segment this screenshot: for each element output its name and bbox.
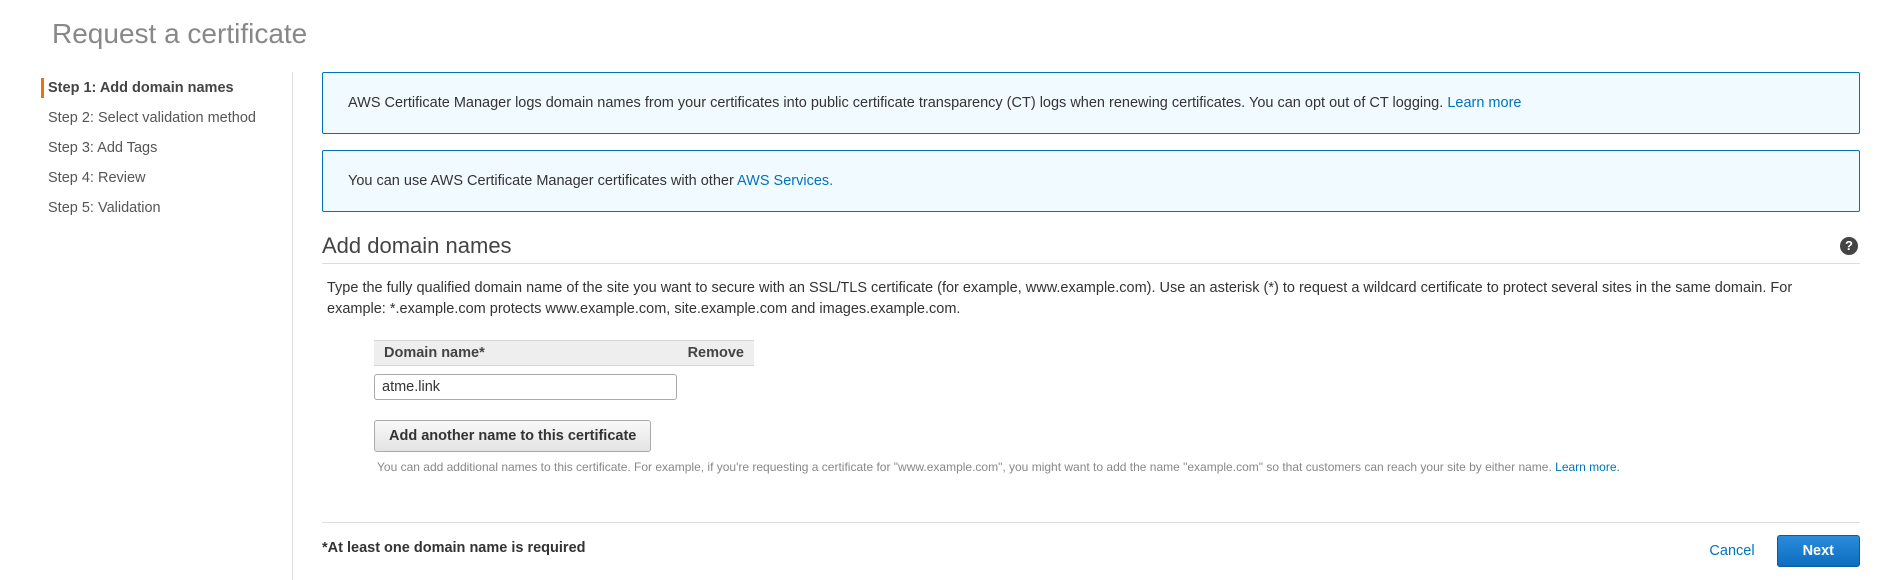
domain-names-table: Domain name* Remove bbox=[374, 340, 754, 400]
aws-services-text: You can use AWS Certificate Manager cert… bbox=[348, 173, 834, 189]
next-button[interactable]: Next bbox=[1776, 535, 1860, 567]
step-2-select-validation-method[interactable]: Step 2: Select validation method bbox=[40, 103, 290, 133]
main-content: AWS Certificate Manager logs domain name… bbox=[322, 72, 1860, 579]
hint-learn-more-link[interactable]: Learn more. bbox=[1555, 460, 1620, 474]
column-header-remove: Remove bbox=[687, 345, 744, 361]
aws-services-info-box: You can use AWS Certificate Manager cert… bbox=[322, 150, 1860, 212]
step-3-add-tags[interactable]: Step 3: Add Tags bbox=[40, 133, 290, 163]
help-icon[interactable]: ? bbox=[1840, 236, 1858, 255]
ct-learn-more-link[interactable]: Learn more bbox=[1447, 95, 1521, 111]
page-title: Request a certificate bbox=[52, 18, 308, 49]
required-note: *At least one domain name is required bbox=[322, 540, 586, 556]
wizard-footer: *At least one domain name is required Ca… bbox=[322, 523, 1860, 579]
wizard-steps-nav: Step 1: Add domain names Step 2: Select … bbox=[40, 73, 290, 223]
footer-actions: Cancel Next bbox=[1709, 535, 1860, 567]
step-1-add-domain-names[interactable]: Step 1: Add domain names bbox=[40, 73, 290, 103]
section-title: Add domain names bbox=[322, 232, 512, 258]
aws-services-link[interactable]: AWS Services. bbox=[737, 173, 833, 189]
column-header-domain-name: Domain name* bbox=[384, 345, 485, 361]
step-5-validation[interactable]: Step 5: Validation bbox=[40, 193, 290, 223]
domain-name-input[interactable] bbox=[374, 374, 677, 400]
step-4-review[interactable]: Step 4: Review bbox=[40, 163, 290, 193]
section-header: Add domain names ? bbox=[322, 228, 1860, 264]
ct-logging-text: AWS Certificate Manager logs domain name… bbox=[348, 95, 1522, 111]
domain-table-header: Domain name* Remove bbox=[374, 340, 754, 366]
cancel-link[interactable]: Cancel bbox=[1709, 543, 1754, 559]
section-description: Type the fully qualified domain name of … bbox=[327, 280, 1793, 317]
add-another-name-button[interactable]: Add another name to this certificate bbox=[374, 420, 652, 452]
add-names-hint: You can add additional names to this cer… bbox=[377, 460, 1620, 474]
sidebar-divider bbox=[292, 72, 293, 580]
ct-logging-info-box: AWS Certificate Manager logs domain name… bbox=[322, 72, 1860, 134]
